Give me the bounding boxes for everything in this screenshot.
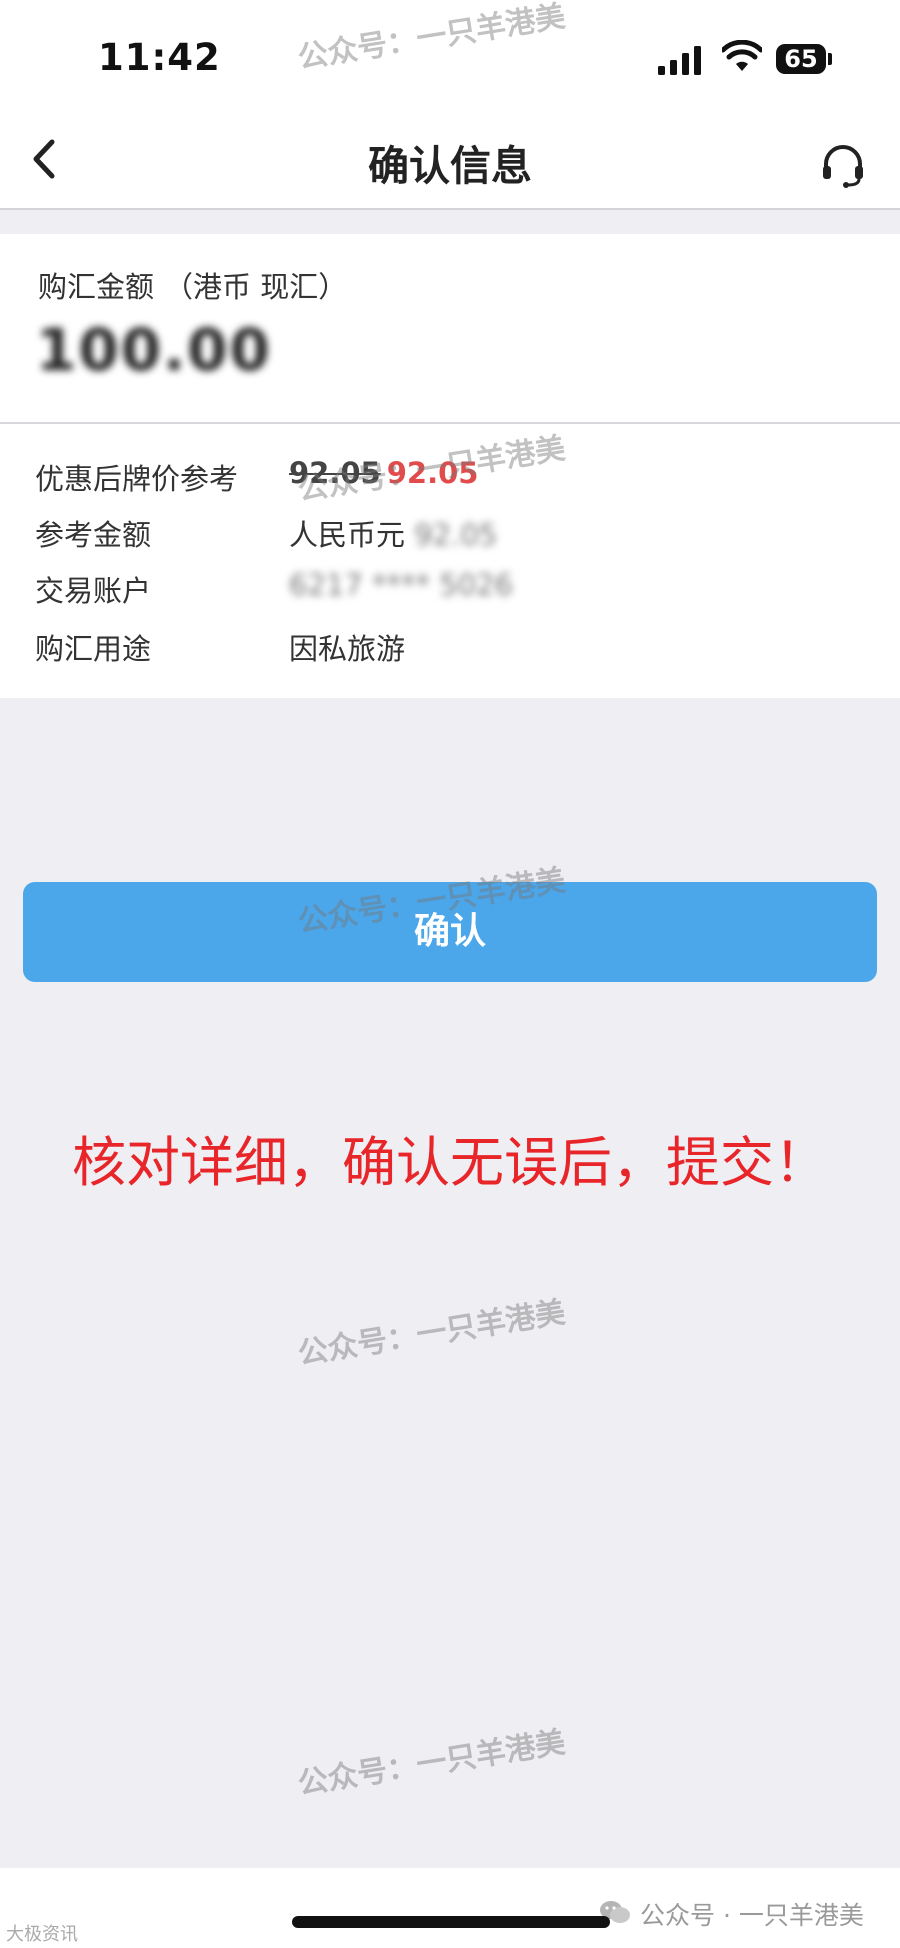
wifi-icon [722, 40, 762, 71]
rate-original: 92.05 [289, 456, 381, 490]
home-indicator[interactable] [292, 1916, 610, 1928]
status-bar: 11:42 65 [0, 0, 900, 110]
reference-amount: 92.05 [414, 518, 498, 552]
amount-card: 购汇金额 （港币 现汇） 100.00 [0, 234, 900, 424]
purpose-value: 因私旅游 [289, 632, 406, 666]
detail-row-purpose: 购汇用途 因私旅游 [0, 626, 900, 676]
detail-row-account: 交易账户 6217 **** 5026 [0, 568, 900, 618]
detail-label: 参考金额 [35, 518, 152, 552]
detail-value: 人民币元 92.05 [289, 512, 497, 554]
page-title: 确认信息 [368, 142, 532, 190]
amount-label-row: 购汇金额 （港币 现汇） [38, 264, 347, 306]
detail-value: 92.05 92.05 [289, 456, 478, 490]
confirm-button[interactable]: 确认 [23, 882, 877, 982]
rate-discounted: 92.05 [386, 456, 479, 490]
detail-label: 优惠后牌价参考 [35, 462, 239, 496]
detail-label: 购汇用途 [35, 632, 152, 666]
battery-icon: 65 [776, 44, 826, 74]
watermark: 公众号：一只羊港美 [295, 1725, 568, 1802]
account-number: 6217 **** 5026 [289, 568, 514, 602]
detail-label: 交易账户 [35, 574, 152, 608]
amount-currency: （港币 现汇） [164, 270, 348, 304]
signal-icon [658, 46, 701, 75]
footer-left-mark: 大极资讯 [6, 1924, 78, 1945]
detail-row-rate: 优惠后牌价参考 92.05 92.05 [0, 456, 900, 506]
annotation-text: 核对详细，确认无误后，提交！ [72, 1131, 828, 1194]
watermark: 公众号：一只羊港美 [295, 1295, 568, 1372]
reference-currency: 人民币元 [289, 518, 406, 552]
headset-icon[interactable] [818, 140, 868, 190]
footer-source: 公众号 · 一只羊港美 [640, 1901, 864, 1930]
status-time: 11:42 [98, 36, 221, 79]
nav-bar: 确认信息 [0, 110, 900, 210]
battery-tip [828, 53, 832, 65]
detail-card: 优惠后牌价参考 92.05 92.05 参考金额 人民币元 92.05 交易账户 … [0, 424, 900, 698]
amount-value: 100.00 [36, 316, 272, 384]
amount-label: 购汇金额 [38, 270, 155, 304]
detail-row-reference-amount: 参考金额 人民币元 92.05 [0, 512, 900, 562]
